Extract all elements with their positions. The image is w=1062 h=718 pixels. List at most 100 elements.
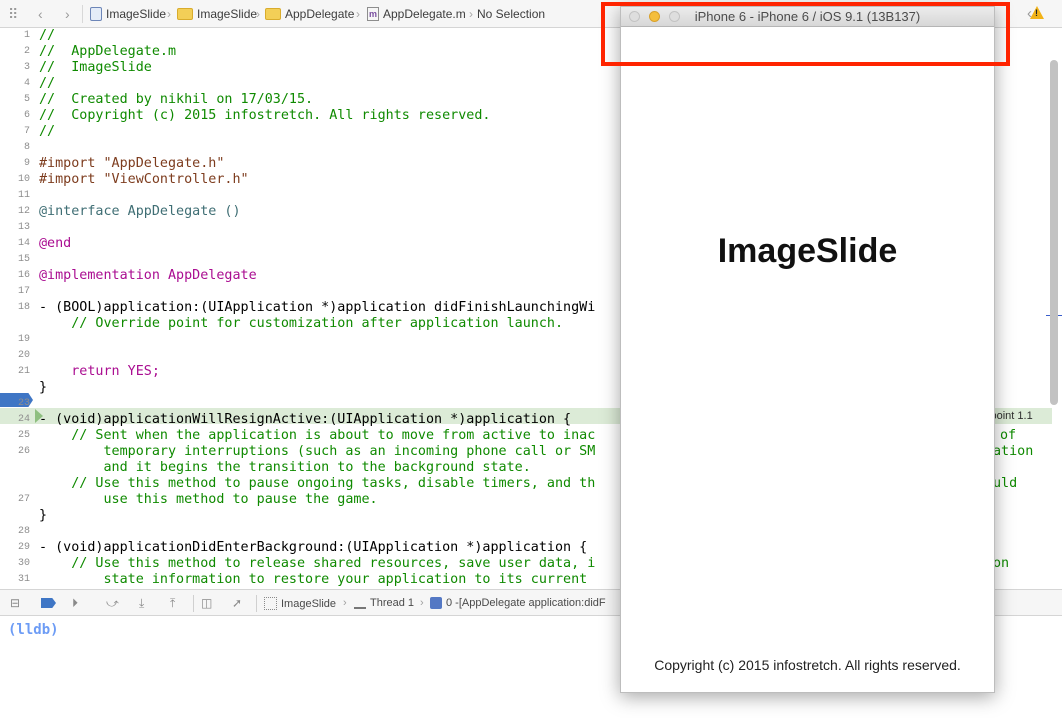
line-number-breakpoint: 22	[17, 382, 30, 393]
location-icon[interactable]: ➚	[232, 596, 242, 610]
code-line: // ImageSlide	[39, 60, 152, 75]
breadcrumb-project[interactable]: ImageSlide	[90, 7, 166, 21]
chevron-right-icon: ›	[343, 597, 347, 609]
line-number: 11	[17, 190, 30, 201]
simulator-window[interactable]: iPhone 6 - iPhone 6 / iOS 9.1 (13B137) I…	[620, 6, 995, 693]
vertical-scrollbar[interactable]	[1050, 60, 1058, 405]
line-number: 3	[23, 62, 30, 73]
code-line: // Created by nikhil on 17/03/15.	[39, 92, 314, 107]
line-number: 5	[23, 94, 30, 105]
line-number: 8	[23, 142, 30, 153]
code-line: }	[39, 380, 48, 395]
line-number: 28	[17, 526, 30, 537]
folder-icon	[265, 8, 281, 20]
stack-frame-icon	[430, 597, 442, 609]
code-line: }	[39, 508, 48, 523]
line-number: 1	[23, 30, 30, 41]
step-out-icon[interactable]: ⤒	[170, 596, 175, 611]
step-over-icon[interactable]: ⤻	[106, 596, 119, 611]
breadcrumb-folder[interactable]: AppDelegate	[265, 7, 354, 21]
thread-icon	[354, 597, 366, 609]
code-fragment: uld	[993, 476, 1018, 491]
view-hierarchy-icon[interactable]: ◫	[201, 596, 212, 610]
warning-triangle-icon[interactable]: !	[1030, 6, 1044, 19]
line-number: 13	[17, 222, 30, 233]
breadcrumb-label: ImageSlide	[197, 7, 258, 21]
code-line: // Copyright (c) 2015 infostretch. All r…	[39, 108, 491, 123]
code-line: - (BOOL)application:(UIApplication *)app…	[39, 300, 596, 315]
separator	[256, 595, 257, 612]
code-line: #import "AppDelegate.h"	[39, 156, 225, 171]
app-title-label: ImageSlide	[717, 232, 898, 270]
breadcrumb-file[interactable]: m AppDelegate.m	[367, 7, 466, 21]
related-items-icon[interactable]: ⠿	[8, 6, 18, 23]
separator	[82, 5, 83, 23]
line-number: 10	[17, 174, 30, 185]
debug-crumb-label: 0 -[AppDelegate application:didF	[446, 597, 606, 609]
code-line: return YES;	[39, 364, 160, 379]
code-line: @implementation AppDelegate	[39, 268, 257, 283]
line-number: 12	[17, 206, 30, 217]
line-number: 14	[17, 238, 30, 249]
chevron-right-icon: ›	[256, 7, 260, 21]
line-number: 23	[17, 398, 30, 409]
hide-debug-area-icon[interactable]: ⊟	[10, 596, 20, 610]
app-icon	[264, 597, 277, 610]
code-line: use this method to pause the game.	[39, 492, 378, 507]
debug-crumb-label: Thread 1	[370, 597, 415, 609]
code-line: // AppDelegate.m	[39, 44, 177, 59]
line-number: 31	[17, 574, 30, 585]
line-number: 26	[17, 446, 30, 457]
debug-crumb-frame[interactable]: 0 -[AppDelegate application:didF	[430, 597, 606, 609]
debug-crumb-app[interactable]: ImageSlide	[264, 597, 336, 610]
line-number: 25	[17, 430, 30, 441]
line-number: 29	[17, 542, 30, 553]
code-line: @interface AppDelegate ()	[39, 204, 241, 219]
code-fragment: ation	[993, 444, 1034, 459]
breadcrumb-group[interactable]: ImageSlide	[177, 7, 257, 21]
line-number: 7	[23, 126, 30, 137]
line-number: 30	[17, 558, 30, 569]
code-line: temporary interruptions (such as an inco…	[39, 444, 596, 459]
code-line: state information to restore your applic…	[39, 572, 588, 587]
project-icon	[90, 7, 102, 21]
code-line: - (void)applicationWillResignActive:(UIA…	[39, 412, 572, 427]
line-number: 24	[17, 414, 30, 425]
line-number: 9	[23, 158, 30, 169]
code-line: //	[39, 124, 56, 139]
breadcrumb-label: AppDelegate.m	[383, 7, 466, 21]
highlight-rectangle	[601, 2, 1010, 66]
line-number: 4	[23, 78, 30, 89]
chevron-right-icon: ›	[420, 597, 424, 609]
line-number: 16	[17, 270, 30, 281]
copyright-label: Copyright (c) 2015 infostretch. All righ…	[654, 657, 961, 673]
code-line: //	[39, 76, 56, 91]
forward-arrow-icon[interactable]: ›	[65, 6, 70, 22]
code-line: and it begins the transition to the back…	[39, 460, 531, 475]
chevron-right-icon: ›	[356, 7, 360, 21]
objc-file-icon: m	[367, 7, 379, 21]
step-into-icon[interactable]: ⤓	[139, 596, 144, 611]
debug-crumb-thread[interactable]: Thread 1	[354, 597, 414, 609]
breadcrumb-label: ImageSlide	[106, 7, 167, 21]
back-arrow-icon[interactable]: ‹	[38, 6, 43, 22]
code-fragment: on	[993, 556, 1010, 571]
line-number: 21	[17, 366, 30, 377]
code-line: // Use this method to release shared res…	[39, 556, 596, 571]
line-number: 27	[17, 494, 30, 505]
lldb-prompt: (lldb)	[8, 622, 59, 638]
line-number: 18	[17, 302, 30, 313]
code-line: // Override point for customization afte…	[39, 316, 564, 331]
code-line: #import "ViewController.h"	[39, 172, 249, 187]
continue-icon[interactable]: ⏵	[72, 596, 78, 611]
line-number: 17	[17, 286, 30, 297]
breakpoints-toggle-icon[interactable]	[41, 598, 56, 608]
code-line: - (void)applicationDidEnterBackground:(U…	[39, 540, 588, 555]
code-line: // Use this method to pause ongoing task…	[39, 476, 596, 491]
breadcrumb-label: No Selection	[477, 7, 546, 21]
breadcrumb-label: AppDelegate	[285, 7, 355, 21]
separator	[193, 595, 194, 612]
debug-crumb-label: ImageSlide	[281, 597, 337, 610]
code-line: //	[39, 28, 56, 43]
breadcrumb-selection[interactable]: No Selection	[477, 7, 545, 21]
